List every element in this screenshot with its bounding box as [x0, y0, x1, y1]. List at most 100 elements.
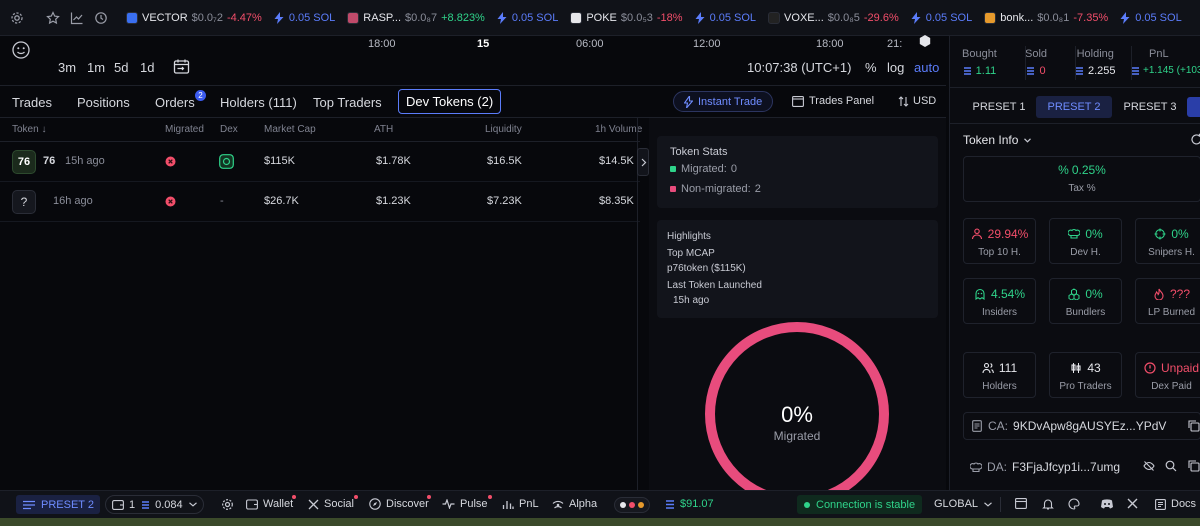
ticker-item[interactable]: RASP... $0.0₈7 +8.823% 0.05 SOL — [347, 11, 558, 24]
bar-chart-icon — [502, 500, 514, 509]
highlights-title: Highlights — [667, 231, 711, 242]
orange-token-icon — [638, 502, 644, 508]
quick-buy-button[interactable]: 0.05 SOL — [497, 11, 558, 24]
pulse-nav[interactable]: Pulse — [442, 495, 492, 510]
trades-panel-label: Trades Panel — [809, 95, 875, 107]
metric-value-row: 43 — [1050, 361, 1121, 375]
collapse-panel-button[interactable] — [637, 148, 649, 176]
currency-toggle[interactable]: USD — [898, 95, 936, 107]
tab-dev-tokens[interactable]: Dev Tokens (2) — [398, 89, 502, 114]
token-name[interactable]: 76 — [43, 155, 55, 167]
tab-top-traders[interactable]: Top Traders — [313, 95, 382, 110]
search-icon[interactable] — [1165, 460, 1177, 472]
ca-value[interactable]: 9KDvApw8gAUSYEz...YPdV — [1013, 419, 1166, 433]
preset-switcher[interactable]: PRESET 2 — [16, 495, 100, 514]
palette-icon[interactable] — [1068, 498, 1085, 510]
wallet-icons-pill[interactable] — [614, 497, 650, 513]
quick-buy-button[interactable]: 0.05 SOL — [1120, 11, 1182, 24]
metric-card: ??? LP Burned — [1135, 278, 1200, 324]
timeframe-5d[interactable]: 5d — [114, 60, 128, 75]
token-info-dropdown[interactable]: Token Info — [963, 133, 1032, 147]
alpha-nav[interactable]: Alpha — [552, 498, 597, 510]
ticker-symbol: bonk... — [1000, 11, 1034, 24]
top-mcap-value[interactable]: p76token ($115K) — [667, 263, 746, 274]
refresh-icon[interactable] — [1190, 133, 1200, 146]
hexagon-icon[interactable] — [918, 34, 932, 48]
ticker-item[interactable]: bonk... $0.0₈1 -7.35% 0.05 SOL — [984, 11, 1182, 24]
discover-nav[interactable]: Discover — [369, 495, 431, 510]
bolt-icon — [911, 11, 921, 24]
dex-pump-icon[interactable] — [219, 154, 234, 169]
tab-orders[interactable]: Orders — [155, 95, 195, 110]
preset-3-button[interactable]: PRESET 3 — [1115, 96, 1185, 118]
metric-value-row: Unpaid — [1136, 361, 1200, 375]
discord-icon[interactable] — [1100, 498, 1119, 509]
bought-amount: 1.11 — [962, 65, 997, 77]
pnl-nav[interactable]: PnL — [502, 498, 539, 510]
token-age: 15h ago — [65, 155, 105, 167]
ticker-item[interactable]: POKE $0.0₅3 -18% 0.05 SOL — [570, 11, 756, 24]
clock-readout[interactable]: 10:07:38 (UTC+1) — [747, 60, 851, 75]
calendar-range-icon[interactable] — [173, 58, 190, 75]
gear-icon[interactable] — [221, 498, 239, 511]
bell-icon[interactable] — [1042, 498, 1059, 510]
copy-icon[interactable] — [1188, 420, 1200, 432]
social-nav[interactable]: Social — [308, 495, 358, 510]
notification-dot — [488, 495, 492, 499]
ticker-item[interactable]: VOXE... $0.0₈5 -29.6% 0.05 SOL — [768, 11, 972, 24]
trades-panel-toggle[interactable]: Trades Panel — [792, 95, 874, 107]
history-icon[interactable] — [94, 11, 108, 25]
chart-line-icon[interactable] — [70, 11, 84, 25]
x-logo-icon[interactable] — [1127, 498, 1143, 509]
bought-label: Bought — [962, 48, 997, 60]
col-token[interactable]: Token ↓ — [12, 124, 46, 135]
tab-holders[interactable]: Holders (111) — [220, 95, 297, 110]
docs-link[interactable]: Docs — [1155, 498, 1196, 510]
timeframe-1d[interactable]: 1d — [140, 60, 154, 75]
ticker-price: $0.0₇2 — [191, 11, 223, 24]
quick-buy-button[interactable]: 0.05 SOL — [911, 11, 972, 24]
metric-label: Top 10 H. — [978, 247, 1021, 258]
quick-buy-button[interactable]: 0.05 SOL — [695, 11, 756, 24]
bolt-icon — [497, 11, 507, 24]
metric-label: Bundlers — [1065, 307, 1106, 318]
region-selector[interactable]: GLOBAL — [934, 498, 997, 510]
contract-address-row[interactable]: CA: 9KDvApw8gAUSYEz...YPdV — [963, 412, 1200, 440]
preset-2-button[interactable]: PRESET 2 — [1036, 96, 1112, 118]
wallet-nav[interactable]: Wallet — [246, 495, 296, 510]
star-icon[interactable] — [46, 10, 60, 25]
gear-icon[interactable] — [10, 11, 24, 25]
liquidity-value: $16.5K — [487, 155, 522, 167]
smile-icon[interactable] — [12, 41, 30, 59]
document-icon — [972, 420, 982, 432]
timeframe-1m[interactable]: 1m — [87, 60, 105, 75]
preset-1-button[interactable]: PRESET 1 — [965, 96, 1033, 118]
deployer-address-row[interactable]: DA: F3FjaJfcyp1i...7umg — [970, 460, 1120, 474]
log-toggle[interactable]: log — [887, 60, 904, 75]
table-row[interactable]: ? 16h ago - $26.7K $1.23K $7.23K $8.35K — [0, 182, 640, 222]
preset-settings-button[interactable] — [1187, 97, 1200, 117]
metric-card: 0% Dev H. — [1049, 218, 1122, 264]
percent-icon: % — [1058, 163, 1069, 177]
ticker-item[interactable]: VECTOR $0.0₇2 -4.47% 0.05 SOL — [126, 11, 335, 24]
wallet-selector[interactable]: 1 0.084 — [105, 495, 204, 514]
volume-value: $14.5K — [599, 155, 634, 167]
auto-toggle[interactable]: auto — [914, 60, 939, 75]
tab-trades[interactable]: Trades — [12, 95, 52, 110]
da-value[interactable]: F3FjaJfcyp1i...7umg — [1012, 460, 1120, 474]
bought-value: 1.11 — [975, 65, 997, 77]
layout-icon[interactable] — [1015, 498, 1032, 509]
time-label: 18:00 — [816, 38, 844, 50]
sold-value: 0 — [1039, 65, 1046, 77]
quick-buy-button[interactable]: 0.05 SOL — [274, 11, 335, 24]
instant-trade-button[interactable]: Instant Trade — [673, 91, 774, 112]
percent-toggle[interactable]: % — [865, 60, 877, 75]
eye-off-icon[interactable] — [1143, 460, 1155, 472]
table-row[interactable]: 76 76 15h ago $115K $1.78K $16.5K $14.5K — [0, 142, 640, 182]
tab-positions[interactable]: Positions — [77, 95, 130, 110]
top-mcap-label: Top MCAP — [667, 248, 715, 259]
copy-icon[interactable] — [1188, 460, 1200, 472]
timeframe-3m[interactable]: 3m — [58, 60, 76, 75]
sold-label: Sold — [1025, 48, 1048, 60]
donut-label: Migrated — [774, 429, 821, 443]
